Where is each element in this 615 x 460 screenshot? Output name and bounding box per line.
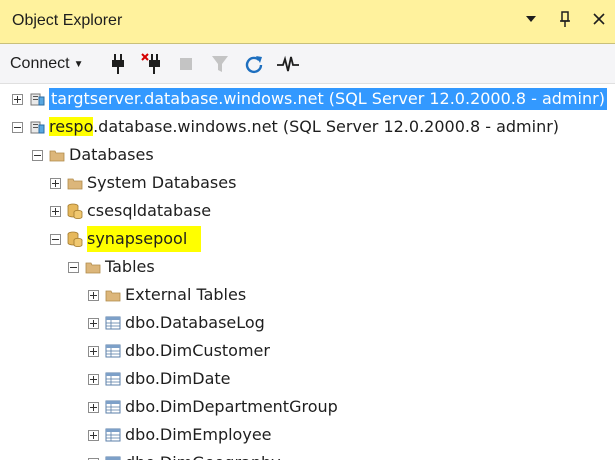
expand-plus-icon[interactable]	[88, 345, 99, 357]
tree-node-external-tables[interactable]: External Tables	[88, 281, 246, 309]
folder-label: Tables	[105, 257, 155, 276]
database-icon	[67, 203, 83, 219]
tree-node-databases[interactable]: Databases	[32, 141, 154, 169]
table-label: dbo.DatabaseLog	[125, 313, 265, 332]
table-icon	[105, 399, 121, 415]
highlight-prefix: respo	[49, 117, 94, 136]
table-icon	[105, 343, 121, 359]
table-icon	[105, 455, 121, 460]
folder-icon	[85, 259, 101, 275]
server-icon	[29, 91, 45, 107]
table-label: dbo.DimCustomer	[125, 341, 270, 360]
connect-button[interactable]: Connect ▼	[10, 52, 84, 76]
table-icon	[105, 371, 121, 387]
toolbar: Connect ▼	[0, 44, 615, 84]
table-row[interactable]: dbo.DatabaseLog	[88, 309, 265, 337]
table-row[interactable]: dbo.DimDate	[88, 365, 231, 393]
expand-plus-icon[interactable]	[88, 317, 99, 329]
tree-node-csesqldatabase[interactable]: csesqldatabase	[50, 197, 211, 225]
activity-monitor-icon[interactable]	[276, 52, 300, 76]
collapse-minus-icon[interactable]	[50, 233, 61, 245]
table-row[interactable]: dbo.DimCustomer	[88, 337, 270, 365]
filter-icon[interactable]	[208, 52, 232, 76]
connect-label: Connect	[10, 55, 70, 72]
database-icon	[67, 231, 83, 247]
folder-label: Databases	[69, 145, 154, 164]
folder-icon	[67, 175, 83, 191]
tree-node-server-targtserver[interactable]: targtserver.database.windows.net (SQL Se…	[12, 85, 607, 113]
database-label: csesqldatabase	[87, 201, 212, 220]
table-row[interactable]: dbo.DimEmployee	[88, 421, 272, 449]
table-icon	[105, 315, 121, 331]
folder-icon	[49, 147, 65, 163]
panel-title: Object Explorer	[12, 12, 123, 29]
dropdown-arrow-icon[interactable]	[521, 8, 541, 30]
object-explorer-tree: targtserver.database.windows.net (SQL Se…	[0, 84, 615, 460]
collapse-minus-icon[interactable]	[32, 149, 43, 161]
folder-label: External Tables	[125, 285, 247, 304]
close-icon[interactable]	[589, 8, 609, 30]
expand-plus-icon[interactable]	[50, 205, 61, 217]
expand-plus-icon[interactable]	[88, 429, 99, 441]
server-label: targtserver.database.windows.net (SQL Se…	[49, 88, 607, 110]
table-row[interactable]: dbo.DimGeography	[88, 449, 281, 460]
expand-plus-icon[interactable]	[88, 289, 99, 301]
pin-icon[interactable]	[555, 8, 575, 30]
collapse-minus-icon[interactable]	[12, 121, 23, 133]
table-label: dbo.DimEmployee	[125, 425, 272, 444]
table-label: dbo.DimGeography	[125, 452, 281, 460]
title-controls	[521, 8, 609, 30]
table-icon	[105, 427, 121, 443]
folder-icon	[105, 287, 121, 303]
chevron-down-icon: ▼	[73, 58, 84, 70]
table-row[interactable]: dbo.DimDepartmentGroup	[88, 393, 338, 421]
connect-plug-icon[interactable]	[106, 52, 130, 76]
expand-plus-icon[interactable]	[88, 401, 99, 413]
table-label: dbo.DimDate	[125, 369, 231, 388]
tree-node-tables[interactable]: Tables	[68, 253, 155, 281]
tree-node-server-respo[interactable]: respo.database.windows.net (SQL Server 1…	[12, 113, 559, 141]
database-label: synapsepool	[87, 226, 202, 252]
stop-icon[interactable]	[174, 52, 198, 76]
expand-plus-icon[interactable]	[50, 177, 61, 189]
tree-node-system-databases[interactable]: System Databases	[50, 169, 236, 197]
server-label: respo.database.windows.net (SQL Server 1…	[49, 116, 559, 138]
table-label: dbo.DimDepartmentGroup	[125, 397, 338, 416]
folder-label: System Databases	[87, 173, 237, 192]
refresh-icon[interactable]	[242, 52, 266, 76]
server-icon	[29, 119, 45, 135]
expand-plus-icon[interactable]	[88, 373, 99, 385]
server-label-suffix: .database.windows.net (SQL Server 12.0.2…	[93, 117, 560, 136]
collapse-minus-icon[interactable]	[68, 261, 79, 273]
expand-plus-icon[interactable]	[12, 93, 23, 105]
tree-node-synapsepool[interactable]: synapsepool	[50, 225, 202, 253]
panel-titlebar: Object Explorer	[0, 0, 615, 44]
disconnect-icon[interactable]	[140, 52, 164, 76]
